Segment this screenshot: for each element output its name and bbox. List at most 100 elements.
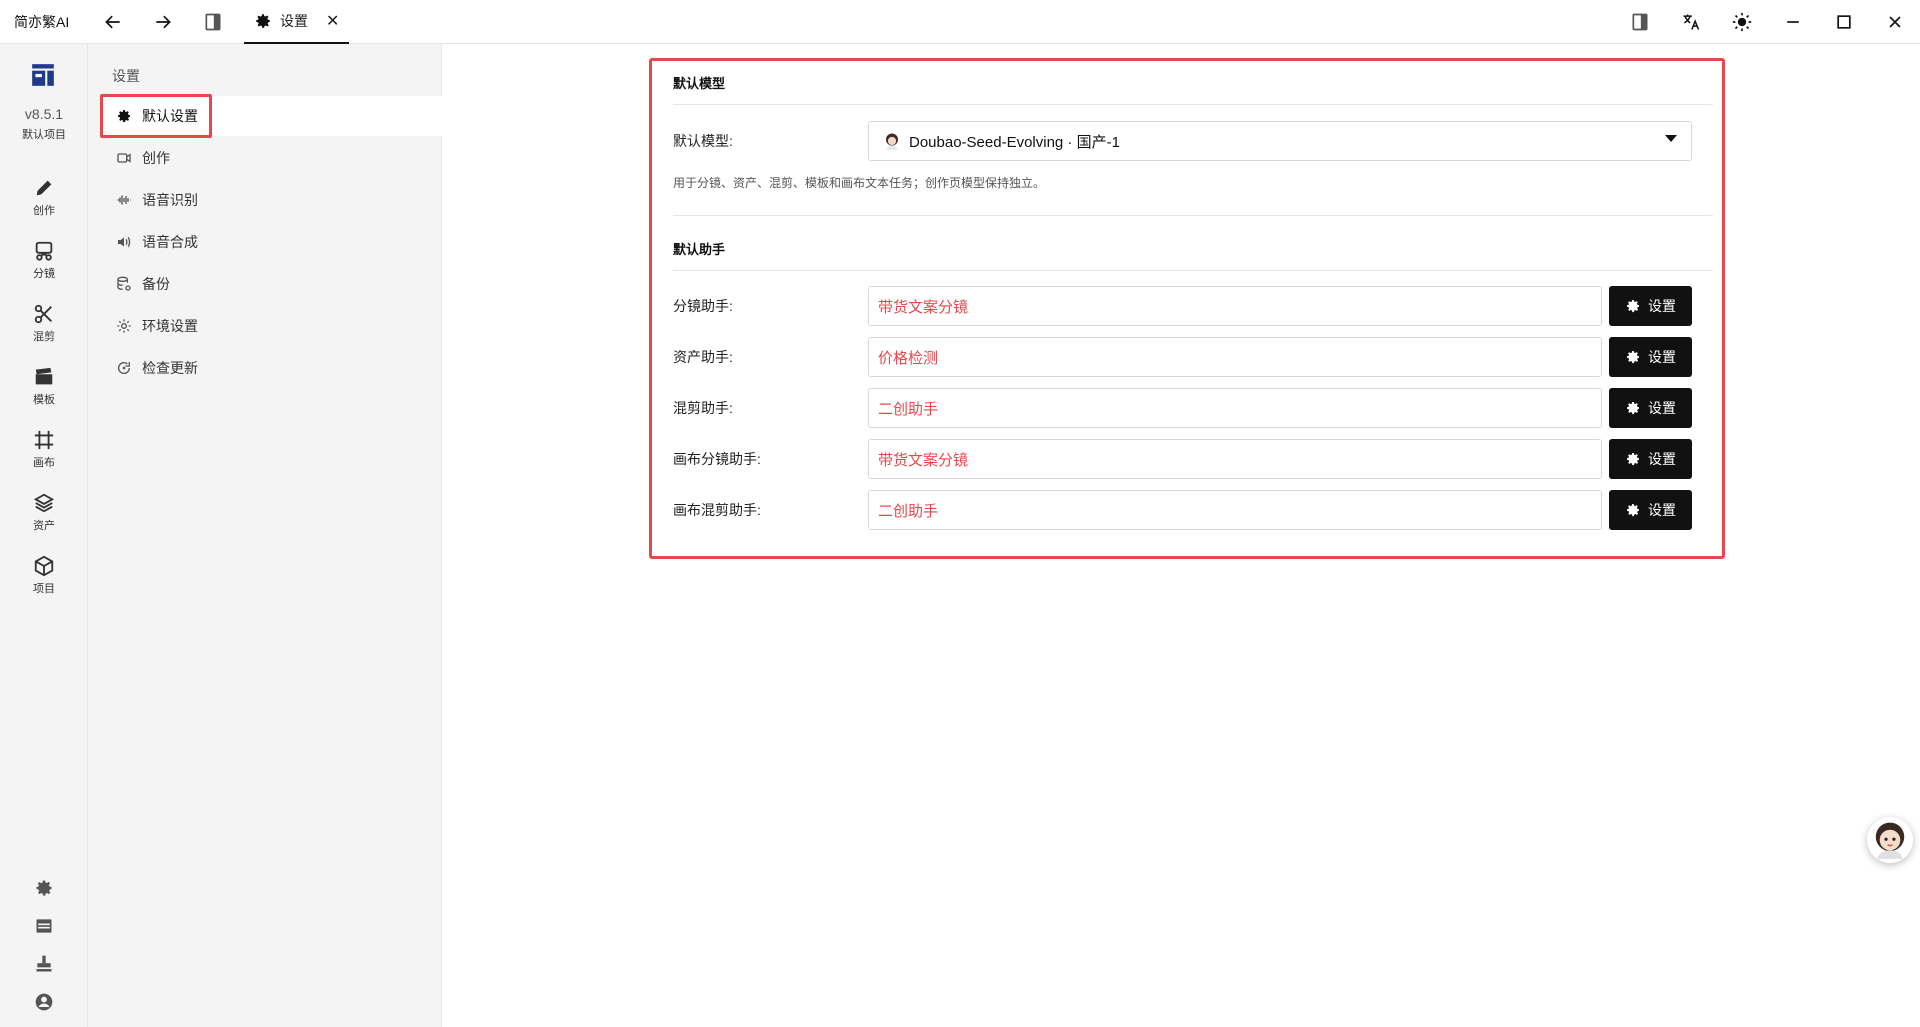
gear-icon <box>1627 351 1639 364</box>
gear-icon <box>1627 504 1639 517</box>
rail-item-label: 项目 <box>33 582 55 595</box>
rail-item-canvas[interactable]: 画布 <box>0 420 88 478</box>
arrow-right-icon <box>156 15 171 28</box>
nav-item-check-update[interactable]: 检查更新 <box>100 348 442 388</box>
nav-item-environment[interactable]: 环境设置 <box>100 306 442 346</box>
nav-item-label: 检查更新 <box>142 360 198 376</box>
assistant-settings-button-remix[interactable]: 设置 <box>1609 388 1692 428</box>
storyboard-icon <box>35 241 53 261</box>
default-model-section-title: 默认模型 <box>673 76 726 91</box>
nav-item-speech-recognition[interactable]: 语音识别 <box>100 180 442 220</box>
assistant-label-storyboard: 分镜助手: <box>673 298 733 314</box>
nav-item-speech-synthesis[interactable]: 语音合成 <box>100 222 442 262</box>
assistant-label-canvas-remix: 画布混剪助手: <box>673 502 761 518</box>
rail-settings-button[interactable] <box>0 871 88 905</box>
panel-icon <box>36 919 52 933</box>
rail-item-label: 混剪 <box>33 330 55 343</box>
waveform-icon <box>117 195 131 205</box>
nav-item-default-settings[interactable]: 默认设置 <box>100 94 442 138</box>
window-close-button[interactable] <box>1869 0 1920 44</box>
assistant-field-remix[interactable]: 二创助手 <box>868 388 1602 428</box>
divider <box>673 104 1713 105</box>
pencil-icon <box>36 180 52 195</box>
scissors-icon <box>34 304 52 323</box>
maximize-button[interactable] <box>1818 0 1869 44</box>
rail-item-assets[interactable]: 资产 <box>0 483 88 541</box>
translate-button[interactable] <box>1665 0 1716 44</box>
close-icon[interactable]: ✕ <box>326 11 339 31</box>
version-label: v8.5.1 <box>24 106 64 122</box>
tab-settings[interactable]: 设置 ✕ <box>244 0 350 44</box>
rail-item-label: 分镜 <box>33 267 55 280</box>
assistant-field-canvas-storyboard[interactable]: 带货文案分镜 <box>868 439 1602 479</box>
rail-item-templates[interactable]: 模板 <box>0 357 88 415</box>
rail-item-label: 模板 <box>33 393 55 406</box>
rail-item-projects[interactable]: 项目 <box>0 546 88 604</box>
gear-icon <box>1627 402 1639 415</box>
clapper-icon <box>35 367 53 384</box>
translate-icon <box>1683 14 1699 30</box>
nav-item-create[interactable]: 创作 <box>100 138 442 178</box>
rail-item-label: 创作 <box>33 204 55 217</box>
assistant-settings-button-canvas-remix[interactable]: 设置 <box>1609 490 1692 530</box>
arrow-left-icon <box>105 15 120 28</box>
divider <box>673 215 1713 216</box>
settings-nav-title: 设置 <box>112 68 140 84</box>
theme-toggle-button[interactable] <box>1716 0 1767 44</box>
model-avatar-icon <box>886 133 898 150</box>
rail-item-label: 资产 <box>33 519 55 532</box>
settings-nav: 设置 默认设置 创作 语音识别 语音合成 备份 环境设置 检查更新 <box>88 44 442 1027</box>
current-project-label[interactable]: 默认项目 <box>0 126 88 142</box>
assistant-settings-button-assets[interactable]: 设置 <box>1609 337 1692 377</box>
default-model-value: Doubao-Seed-Evolving · 国产-1 <box>909 133 1120 151</box>
nav-item-label: 创作 <box>142 150 170 166</box>
divider <box>673 270 1713 271</box>
layers-icon <box>33 493 55 512</box>
rail-stamp-button[interactable] <box>0 947 88 981</box>
rail-panel-button[interactable] <box>0 909 88 943</box>
assistant-field-storyboard[interactable]: 带货文案分镜 <box>868 286 1602 326</box>
nav-item-backup[interactable]: 备份 <box>100 264 442 304</box>
button-label: 设置 <box>1648 400 1676 416</box>
database-icon <box>117 276 131 291</box>
highlight-box <box>100 94 212 138</box>
tab-label: 设置 <box>280 12 308 29</box>
toggle-sidebar-button[interactable] <box>188 0 238 44</box>
nav-item-label: 环境设置 <box>142 318 198 334</box>
maximize-icon <box>1836 14 1851 29</box>
app-logo-icon[interactable] <box>30 62 56 88</box>
assistant-settings-button-storyboard[interactable]: 设置 <box>1609 286 1692 326</box>
default-model-label: 默认模型: <box>673 133 733 149</box>
gear-icon <box>1627 453 1639 466</box>
button-label: 设置 <box>1648 502 1676 518</box>
assistant-field-assets[interactable]: 价格检测 <box>868 337 1602 377</box>
minimize-button[interactable] <box>1767 0 1818 44</box>
assistant-settings-button-canvas-storyboard[interactable]: 设置 <box>1609 439 1692 479</box>
right-panel-toggle-button[interactable] <box>1614 0 1665 44</box>
panel-toggle-icon <box>1632 13 1647 30</box>
back-button[interactable] <box>88 0 138 44</box>
rail-item-remix[interactable]: 混剪 <box>0 294 88 352</box>
floating-assistant-avatar[interactable] <box>1867 817 1913 863</box>
rail-item-label: 画布 <box>33 456 55 469</box>
default-model-select[interactable]: Doubao-Seed-Evolving · 国产-1 <box>868 121 1692 161</box>
forward-button[interactable] <box>138 0 188 44</box>
refresh-icon <box>118 362 131 374</box>
stamp-icon <box>36 955 52 972</box>
assistant-field-canvas-remix[interactable]: 二创助手 <box>868 490 1602 530</box>
rail-item-create[interactable]: 创作 <box>0 168 88 226</box>
assistant-label-canvas-storyboard: 画布分镜助手: <box>673 451 761 467</box>
cube-icon <box>34 555 54 576</box>
nav-item-label: 语音识别 <box>142 192 198 208</box>
rail-account-button[interactable] <box>0 985 88 1019</box>
sun-icon <box>1732 12 1751 31</box>
canvas-frame-icon <box>34 430 54 449</box>
rail-item-storyboard[interactable]: 分镜 <box>0 231 88 289</box>
chevron-down-icon <box>1665 135 1677 142</box>
video-camera-icon <box>117 153 131 163</box>
button-label: 设置 <box>1648 298 1676 314</box>
speaker-icon <box>118 236 131 248</box>
default-settings-panel: 默认模型 默认模型: Doubao-Seed-Evolving · 国产-1 用… <box>649 58 1725 559</box>
settings-gear-icon <box>36 880 52 896</box>
assistant-avatar-icon <box>1875 822 1905 859</box>
